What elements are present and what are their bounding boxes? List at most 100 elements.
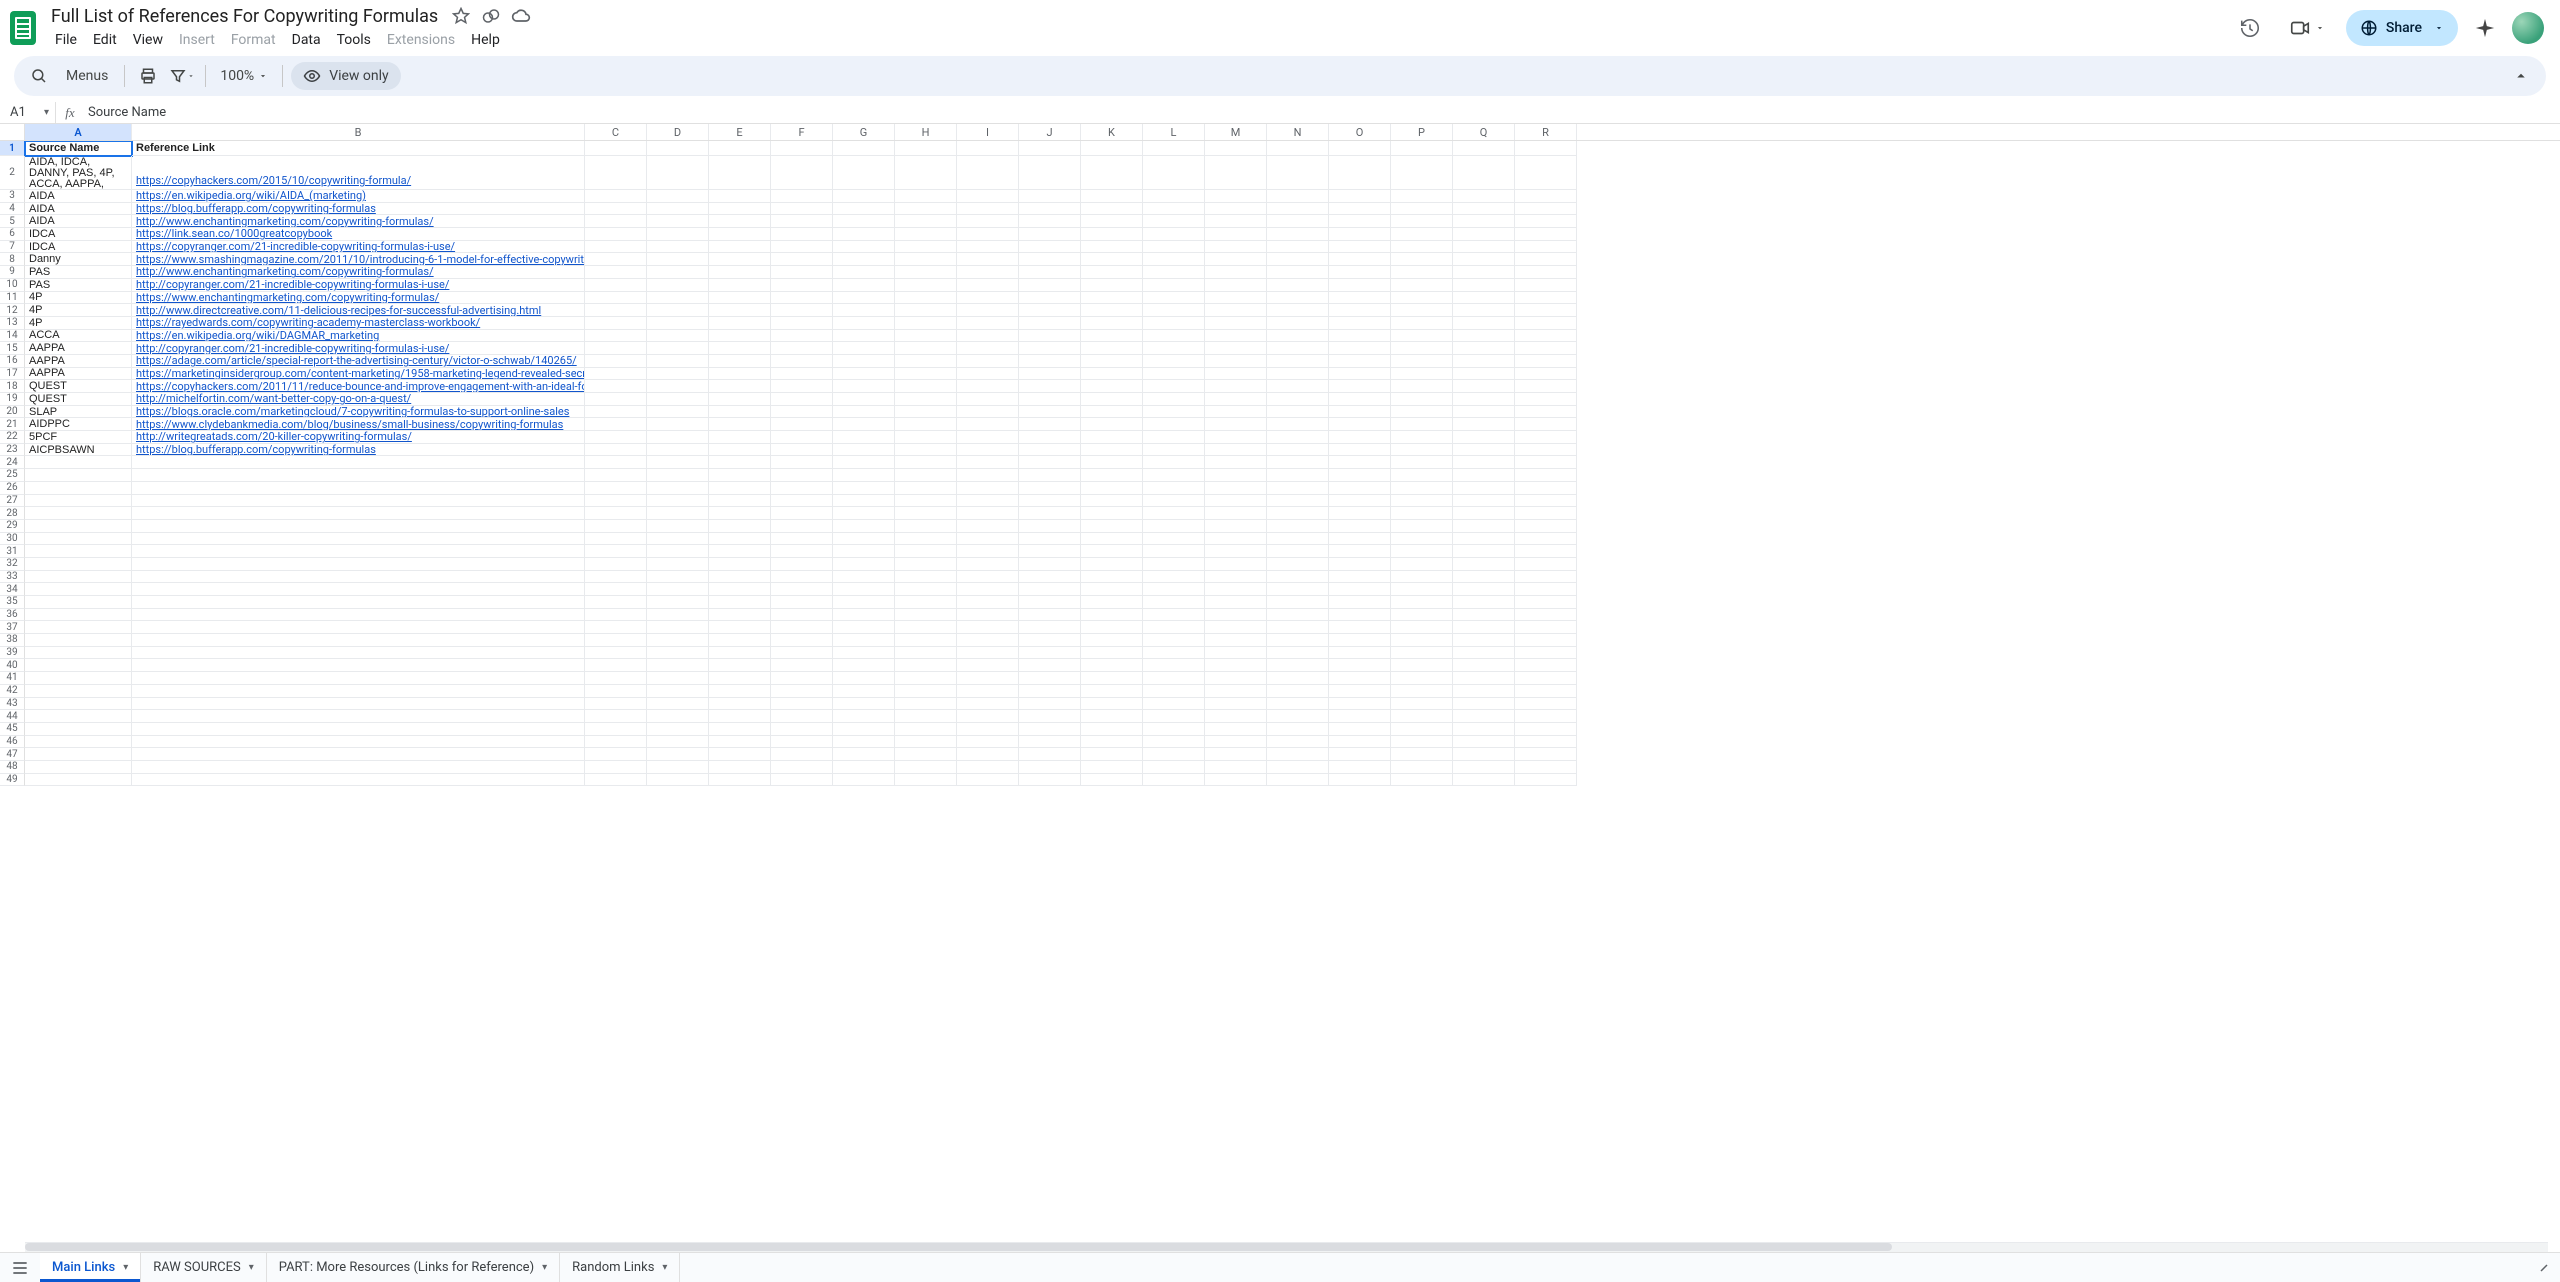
cell[interactable] bbox=[895, 368, 957, 381]
cell[interactable] bbox=[1329, 241, 1391, 254]
cell[interactable] bbox=[895, 406, 957, 419]
cell[interactable] bbox=[1205, 634, 1267, 647]
row-header[interactable]: 15 bbox=[0, 342, 25, 355]
cell[interactable] bbox=[1205, 292, 1267, 305]
column-header[interactable]: O bbox=[1329, 124, 1391, 140]
cell[interactable] bbox=[585, 393, 647, 406]
cell[interactable] bbox=[1267, 215, 1329, 228]
cell[interactable] bbox=[647, 368, 709, 381]
cell[interactable] bbox=[1515, 558, 1577, 571]
cell[interactable] bbox=[1329, 520, 1391, 533]
cell[interactable] bbox=[1391, 203, 1453, 216]
cell[interactable] bbox=[771, 203, 833, 216]
cell[interactable] bbox=[1143, 647, 1205, 660]
cell[interactable] bbox=[1081, 266, 1143, 279]
cell[interactable] bbox=[1267, 621, 1329, 634]
cell[interactable] bbox=[1515, 507, 1577, 520]
chevron-down-icon[interactable]: ▾ bbox=[249, 1262, 254, 1273]
cell[interactable] bbox=[585, 190, 647, 203]
cell[interactable] bbox=[1267, 292, 1329, 305]
row-header[interactable]: 36 bbox=[0, 609, 25, 622]
cell[interactable] bbox=[585, 507, 647, 520]
cell[interactable] bbox=[1019, 342, 1081, 355]
cell[interactable] bbox=[1329, 406, 1391, 419]
cell-link[interactable]: http://copyranger.com/21-incredible-copy… bbox=[136, 279, 449, 291]
cell[interactable] bbox=[1081, 418, 1143, 431]
cell-link[interactable]: https://www.clydebankmedia.com/blog/busi… bbox=[136, 418, 563, 430]
cell[interactable] bbox=[1453, 647, 1515, 660]
cell[interactable] bbox=[1143, 156, 1205, 190]
cell[interactable] bbox=[1515, 418, 1577, 431]
cell[interactable] bbox=[895, 317, 957, 330]
cell[interactable] bbox=[647, 710, 709, 723]
cell[interactable] bbox=[1453, 342, 1515, 355]
cell[interactable]: http://www.enchantingmarketing.com/copyw… bbox=[132, 215, 585, 228]
cell[interactable] bbox=[1081, 583, 1143, 596]
cell[interactable] bbox=[1329, 393, 1391, 406]
cell[interactable] bbox=[132, 621, 585, 634]
cell[interactable] bbox=[1267, 710, 1329, 723]
row-header[interactable]: 33 bbox=[0, 571, 25, 584]
cell[interactable] bbox=[709, 583, 771, 596]
cell[interactable] bbox=[585, 317, 647, 330]
cell[interactable] bbox=[1019, 279, 1081, 292]
cell[interactable] bbox=[771, 533, 833, 546]
cell[interactable]: https://rayedwards.com/copywriting-acade… bbox=[132, 317, 585, 330]
cell[interactable] bbox=[833, 317, 895, 330]
cell[interactable] bbox=[957, 292, 1019, 305]
row-header[interactable]: 16 bbox=[0, 355, 25, 368]
cell[interactable] bbox=[771, 736, 833, 749]
cell[interactable] bbox=[1081, 317, 1143, 330]
cell[interactable] bbox=[585, 266, 647, 279]
cell[interactable] bbox=[647, 241, 709, 254]
cell[interactable] bbox=[25, 621, 132, 634]
cell[interactable] bbox=[1391, 698, 1453, 711]
cell-link[interactable]: http://www.enchantingmarketing.com/copyw… bbox=[136, 215, 434, 227]
cell[interactable] bbox=[132, 545, 585, 558]
cell[interactable] bbox=[1329, 545, 1391, 558]
cell[interactable] bbox=[132, 520, 585, 533]
cell[interactable] bbox=[833, 609, 895, 622]
cell[interactable] bbox=[1391, 761, 1453, 774]
row-header[interactable]: 2 bbox=[0, 156, 25, 190]
cell[interactable] bbox=[1391, 659, 1453, 672]
cell[interactable] bbox=[957, 482, 1019, 495]
cell[interactable] bbox=[132, 596, 585, 609]
cell[interactable] bbox=[1453, 279, 1515, 292]
cell[interactable] bbox=[709, 520, 771, 533]
search-icon[interactable] bbox=[24, 61, 54, 91]
cell[interactable] bbox=[957, 507, 1019, 520]
select-all-corner[interactable] bbox=[0, 124, 25, 140]
cell-link[interactable]: https://copyhackers.com/2011/11/reduce-b… bbox=[136, 380, 585, 392]
cell[interactable]: https://blog.bufferapp.com/copywriting-f… bbox=[132, 444, 585, 457]
cell[interactable] bbox=[895, 355, 957, 368]
row-header[interactable]: 41 bbox=[0, 672, 25, 685]
cell[interactable] bbox=[1205, 469, 1267, 482]
cell[interactable] bbox=[709, 571, 771, 584]
cell[interactable] bbox=[895, 748, 957, 761]
cell[interactable] bbox=[1205, 748, 1267, 761]
cell[interactable] bbox=[957, 368, 1019, 381]
cell[interactable] bbox=[709, 533, 771, 546]
cell[interactable] bbox=[585, 761, 647, 774]
cell[interactable] bbox=[957, 190, 1019, 203]
cell[interactable] bbox=[1205, 571, 1267, 584]
cell-link[interactable]: https://blog.bufferapp.com/copywriting-f… bbox=[136, 444, 376, 456]
cell[interactable] bbox=[1391, 215, 1453, 228]
menu-file[interactable]: File bbox=[48, 29, 84, 51]
cell[interactable] bbox=[1515, 583, 1577, 596]
cell[interactable] bbox=[1391, 393, 1453, 406]
tab-raw-sources[interactable]: RAW SOURCES ▾ bbox=[141, 1253, 267, 1282]
menus-search-label[interactable]: Menus bbox=[58, 68, 116, 84]
cell[interactable] bbox=[709, 710, 771, 723]
tab-random-links[interactable]: Random Links ▾ bbox=[560, 1253, 680, 1282]
cell[interactable] bbox=[1081, 609, 1143, 622]
row-header[interactable]: 10 bbox=[0, 279, 25, 292]
cell[interactable] bbox=[1515, 241, 1577, 254]
cell[interactable] bbox=[647, 482, 709, 495]
cell[interactable] bbox=[1081, 393, 1143, 406]
cell[interactable] bbox=[25, 507, 132, 520]
cell[interactable] bbox=[1081, 482, 1143, 495]
row-header[interactable]: 35 bbox=[0, 596, 25, 609]
cell[interactable]: https://www.smashingmagazine.com/2011/10… bbox=[132, 253, 585, 266]
